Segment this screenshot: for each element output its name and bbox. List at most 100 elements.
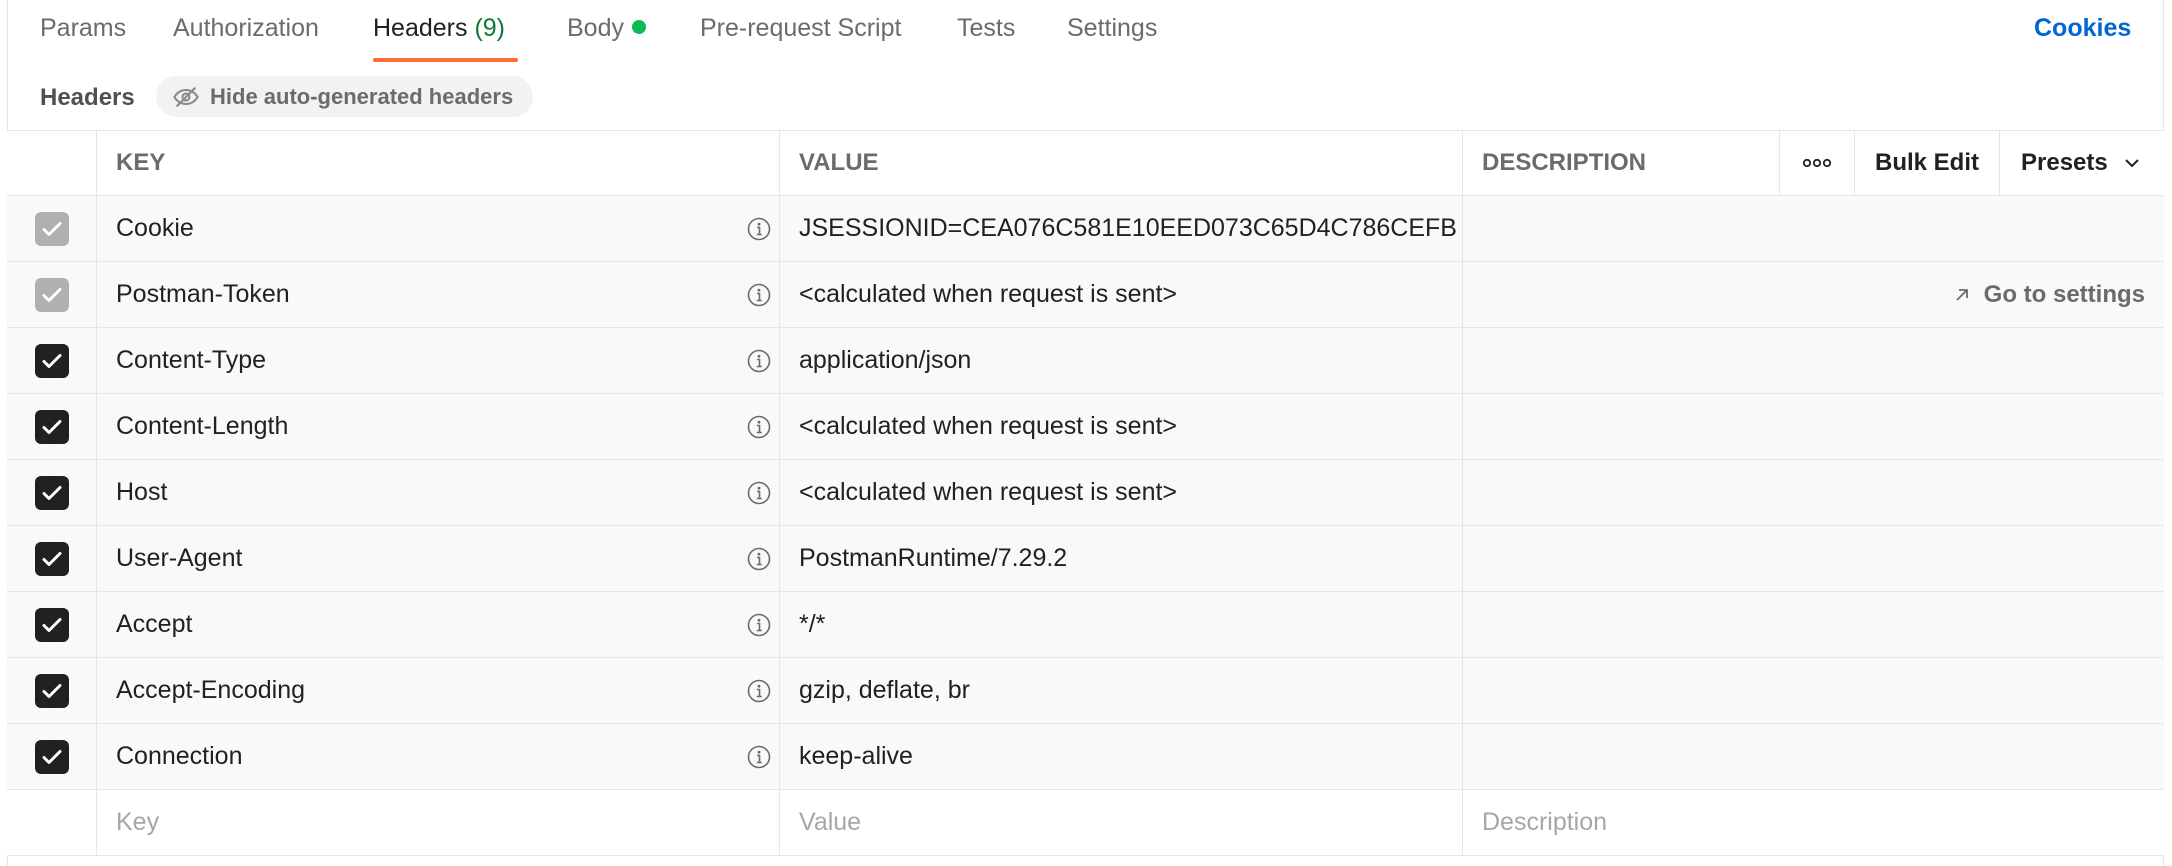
table-body: Cookie JSESSIONID=CEA076C581E10EED073C65D…	[7, 196, 2164, 790]
table-row: Host <calculated when request is sent>	[7, 460, 2164, 526]
tab-body[interactable]: Body	[567, 14, 646, 43]
key-column-header: KEY	[97, 131, 780, 195]
row-checkbox	[34, 277, 69, 312]
active-tab-indicator	[373, 58, 518, 62]
request-tabs: Params Authorization Headers (9) Body Pr…	[0, 0, 2172, 64]
row-check-cell	[7, 526, 97, 591]
row-checkbox[interactable]	[34, 409, 69, 444]
header-description-cell[interactable]	[1463, 394, 2164, 459]
bulk-edit-button[interactable]: Bulk Edit	[1855, 131, 2000, 195]
table-row: Accept */*	[7, 592, 2164, 658]
row-checkbox[interactable]	[34, 739, 69, 774]
header-value-cell[interactable]: <calculated when request is sent>	[780, 262, 1463, 327]
tab-authorization[interactable]: Authorization	[173, 14, 319, 43]
table-row: Content-Length <calculated when request i…	[7, 394, 2164, 460]
table-row: Postman-Token <calculated when request is…	[7, 262, 2164, 328]
row-check-cell	[7, 592, 97, 657]
header-key: Accept	[116, 610, 193, 638]
header-key-cell[interactable]: Connection	[97, 724, 780, 789]
presets-dropdown[interactable]: Presets	[2000, 131, 2164, 195]
checkmark-icon	[42, 287, 61, 302]
checkmark-icon	[42, 485, 61, 500]
body-status-dot-icon	[631, 20, 646, 34]
header-key: Content-Type	[116, 346, 267, 374]
header-description-cell[interactable]	[1463, 526, 2164, 591]
header-description-cell[interactable]: Go to settings	[1463, 262, 2164, 327]
row-checkbox[interactable]	[34, 475, 69, 510]
header-key-cell[interactable]: Content-Type	[97, 328, 780, 393]
row-checkbox[interactable]	[34, 673, 69, 708]
info-icon[interactable]	[746, 678, 772, 704]
more-options-button[interactable]	[1780, 131, 1855, 195]
checkmark-icon	[42, 749, 61, 764]
new-key-input[interactable]: Key	[97, 790, 780, 855]
info-icon[interactable]	[746, 480, 772, 506]
new-value-input[interactable]: Value	[780, 790, 1463, 855]
header-value-cell[interactable]: JSESSIONID=CEA076C581E10EED073C65D4C786C…	[780, 196, 1463, 261]
row-check-cell	[7, 724, 97, 789]
table-row: Connection keep-alive	[7, 724, 2164, 790]
info-icon[interactable]	[746, 348, 772, 374]
checkmark-icon	[42, 551, 61, 566]
checkmark-icon	[42, 353, 61, 368]
hide-auto-generated-headers-button[interactable]: Hide auto-generated headers	[156, 76, 534, 117]
header-value-cell[interactable]: gzip, deflate, br	[780, 658, 1463, 723]
row-check-cell	[7, 328, 97, 393]
header-description-cell[interactable]	[1463, 658, 2164, 723]
more-horizontal-icon	[1802, 158, 1832, 168]
header-key-cell[interactable]: Content-Length	[97, 394, 780, 459]
headers-table: KEY VALUE DESCRIPTION Bulk Edit Presets …	[7, 130, 2164, 856]
cookies-link[interactable]: Cookies	[2034, 14, 2131, 43]
go-to-settings-link[interactable]: Go to settings	[1952, 281, 2145, 309]
tab-pre-request-script[interactable]: Pre-request Script	[700, 14, 901, 43]
row-checkbox[interactable]	[34, 343, 69, 378]
header-value: application/json	[799, 346, 972, 374]
header-key-cell[interactable]: Postman-Token	[97, 262, 780, 327]
header-value: JSESSIONID=CEA076C581E10EED073C65D4C786C…	[799, 214, 1457, 242]
row-check-cell	[7, 658, 97, 723]
header-description-cell[interactable]	[1463, 196, 2164, 261]
row-checkbox[interactable]	[34, 607, 69, 642]
chevron-down-icon	[2125, 159, 2139, 168]
header-key-cell[interactable]: User-Agent	[97, 526, 780, 591]
header-description-cell[interactable]	[1463, 328, 2164, 393]
table-row: Cookie JSESSIONID=CEA076C581E10EED073C65D…	[7, 196, 2164, 262]
tab-headers[interactable]: Headers (9)	[373, 14, 505, 43]
header-key: Postman-Token	[116, 280, 290, 308]
header-description-cell[interactable]	[1463, 724, 2164, 789]
description-column-header: DESCRIPTION	[1463, 131, 1780, 195]
info-icon[interactable]	[746, 744, 772, 770]
table-row: User-Agent PostmanRuntime/7.29.2	[7, 526, 2164, 592]
table-row: Content-Type application/json	[7, 328, 2164, 394]
header-key-cell[interactable]: Accept	[97, 592, 780, 657]
header-key-cell[interactable]: Accept-Encoding	[97, 658, 780, 723]
header-key: Connection	[116, 742, 243, 770]
header-key: Host	[116, 478, 168, 506]
header-key-cell[interactable]: Cookie	[97, 196, 780, 261]
headers-panel: Params Authorization Headers (9) Body Pr…	[0, 0, 2172, 866]
header-value-cell[interactable]: application/json	[780, 328, 1463, 393]
info-icon[interactable]	[746, 282, 772, 308]
header-value: PostmanRuntime/7.29.2	[799, 544, 1068, 572]
tab-params[interactable]: Params	[40, 14, 126, 43]
tab-tests[interactable]: Tests	[957, 14, 1015, 43]
info-icon[interactable]	[746, 546, 772, 572]
new-row-check-cell	[7, 790, 97, 855]
row-checkbox[interactable]	[34, 541, 69, 576]
header-description-cell[interactable]	[1463, 460, 2164, 525]
new-description-input[interactable]: Description	[1463, 790, 2164, 855]
header-value-cell[interactable]: <calculated when request is sent>	[780, 394, 1463, 459]
tab-settings[interactable]: Settings	[1067, 14, 1157, 43]
header-description-cell[interactable]	[1463, 592, 2164, 657]
header-key-cell[interactable]: Host	[97, 460, 780, 525]
header-value-cell[interactable]: keep-alive	[780, 724, 1463, 789]
info-icon[interactable]	[746, 216, 772, 242]
info-icon[interactable]	[746, 612, 772, 638]
header-value-cell[interactable]: PostmanRuntime/7.29.2	[780, 526, 1463, 591]
row-check-cell	[7, 196, 97, 261]
info-icon[interactable]	[746, 414, 772, 440]
header-value-cell[interactable]: <calculated when request is sent>	[780, 460, 1463, 525]
header-value: <calculated when request is sent>	[799, 412, 1178, 440]
header-value-cell[interactable]: */*	[780, 592, 1463, 657]
select-column-header	[7, 131, 97, 195]
